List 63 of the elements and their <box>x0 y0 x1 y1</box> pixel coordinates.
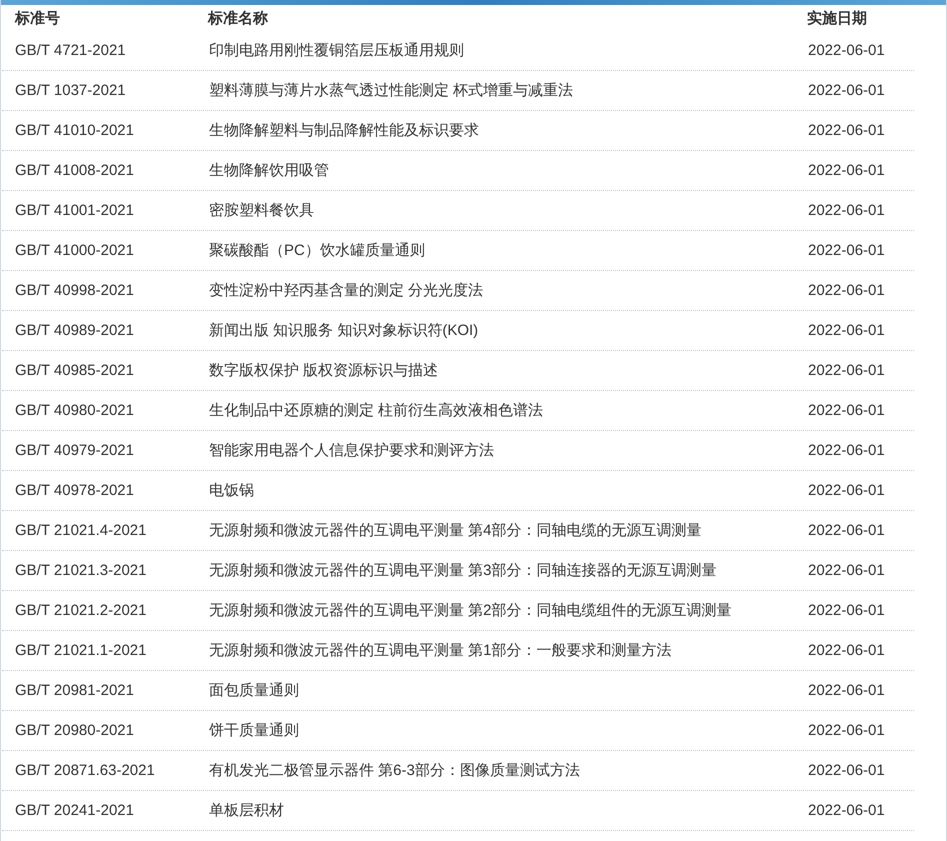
table-cell-text: GB/T 40989-2021 <box>14 323 135 338</box>
table-cell-text: 数字版权保护 版权资源标识与描述 <box>209 363 440 378</box>
table-cell-text: GB/T 41010-2021 <box>14 123 135 138</box>
table-cell-text: 变性淀粉中羟丙基含量的测定 分光光度法 <box>209 283 484 298</box>
table-cell-text: 2022-06-01 <box>808 683 886 698</box>
table-cell-text: 新闻出版 知识服务 知识对象标识符(KOI) <box>209 323 480 338</box>
table-cell-text: 2022-06-01 <box>808 723 886 738</box>
table-cell-text: GB/T 40985-2021 <box>14 363 135 378</box>
table-cell-text: GB/T 20980-2021 <box>14 723 135 738</box>
table-cell-text: 单板层积材 <box>209 803 285 818</box>
table-cell-text: 2022-06-01 <box>808 123 886 138</box>
table-cell-text: GB/T 41000-2021 <box>14 243 135 258</box>
column-header: 实施日期 <box>807 10 868 26</box>
table-cell-text: 2022-06-01 <box>808 763 886 778</box>
table-cell-text: GB/T 41001-2021 <box>14 203 135 218</box>
table-cell-text: 2022-06-01 <box>808 803 886 818</box>
table-cell-text: 2022-06-01 <box>808 283 886 298</box>
table-cell-text: 2022-06-01 <box>808 523 886 538</box>
table-cell-text: GB/T 40998-2021 <box>14 283 135 298</box>
table-cell-text: 2022-06-01 <box>808 483 886 498</box>
table-cell-text: GB/T 1037-2021 <box>14 83 127 98</box>
table-cell-text: 2022-06-01 <box>808 563 886 578</box>
table-cell-text: GB/T 21021.3-2021 <box>14 563 148 578</box>
table-cell-text: 2022-06-01 <box>808 203 886 218</box>
table-cell-text: GB/T 4721-2021 <box>14 43 127 58</box>
table-cell-text: GB/T 20871.63-2021 <box>14 763 156 778</box>
table-cell-text: 无源射频和微波元器件的互调电平测量 第3部分：同轴连接器的无源互调测量 <box>209 563 718 578</box>
table-cell-text: 无源射频和微波元器件的互调电平测量 第4部分：同轴电缆的无源互调测量 <box>209 523 703 538</box>
table-cell-text: 2022-06-01 <box>808 43 886 58</box>
table-cell-text: 塑料薄膜与薄片水蒸气透过性能测定 杯式增重与减重法 <box>209 83 574 98</box>
table-cell-text: 饼干质量通则 <box>209 723 300 738</box>
table-cell-text: 2022-06-01 <box>808 243 886 258</box>
table-cell-text: GB/T 21021.4-2021 <box>14 523 148 538</box>
table-cell-text: 2022-06-01 <box>808 363 886 378</box>
table-cell-text: 生化制品中还原糖的测定 柱前衍生高效液相色谱法 <box>209 403 544 418</box>
table-cell-text: GB/T 20241-2021 <box>14 803 135 818</box>
table-cell-text: GB/T 40979-2021 <box>14 443 135 458</box>
table-cell-text: GB/T 41008-2021 <box>14 163 135 178</box>
table-cell-text: 2022-06-01 <box>808 443 886 458</box>
column-header: 标准名称 <box>208 10 269 26</box>
table-cell-text: 面包质量通则 <box>209 683 300 698</box>
table-cell-text: 密胺塑料餐饮具 <box>209 203 315 218</box>
table-cell-text: 2022-06-01 <box>808 323 886 338</box>
column-header: 标准号 <box>14 10 61 26</box>
table-cell-text: 2022-06-01 <box>808 643 886 658</box>
table-cell-text: 聚碳酸酯（PC）饮水罐质量通则 <box>209 243 426 258</box>
table-cell-text: 无源射频和微波元器件的互调电平测量 第1部分：一般要求和测量方法 <box>209 643 673 658</box>
table-cell-text: 2022-06-01 <box>808 163 886 178</box>
table-cell-text: GB/T 40978-2021 <box>14 483 135 498</box>
table-cell-text: 智能家用电器个人信息保护要求和测评方法 <box>209 443 495 458</box>
table-cell-text: GB/T 40980-2021 <box>14 403 135 418</box>
table-cell-text: 印制电路用刚性覆铜箔层压板通用规则 <box>209 43 465 58</box>
table-cell-text: 生物降解塑料与制品降解性能及标识要求 <box>209 123 480 138</box>
table-cell-text: GB/T 21021.2-2021 <box>14 603 148 618</box>
table-cell-text: 无源射频和微波元器件的互调电平测量 第2部分：同轴电缆组件的无源互调测量 <box>209 603 733 618</box>
table-cell-text: 电饭锅 <box>209 483 255 498</box>
table-cell-text: 有机发光二极管显示器件 第6-3部分：图像质量测试方法 <box>209 763 581 778</box>
table-cell-text: 2022-06-01 <box>808 603 886 618</box>
table-cell-text: 生物降解饮用吸管 <box>209 163 330 178</box>
table-cell-text: GB/T 20981-2021 <box>14 683 135 698</box>
table-cell-text: 2022-06-01 <box>808 403 886 418</box>
table-cell-text: 2022-06-01 <box>808 83 886 98</box>
table-cell-text: GB/T 21021.1-2021 <box>14 643 148 658</box>
